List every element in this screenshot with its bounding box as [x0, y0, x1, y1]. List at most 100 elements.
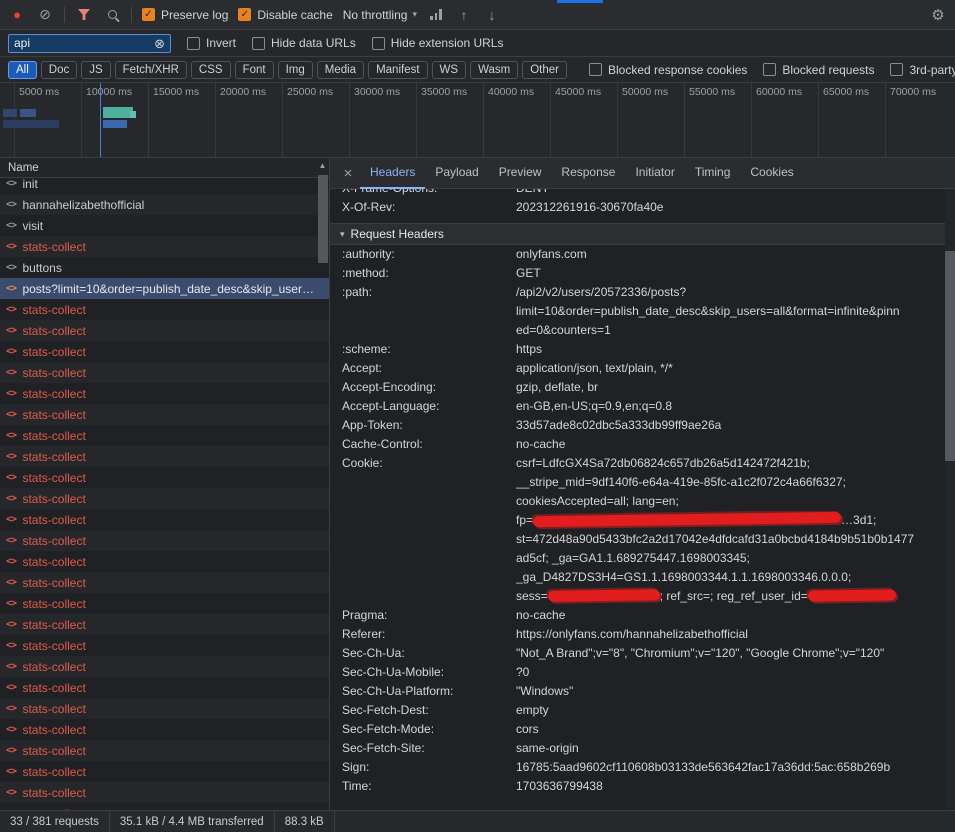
request-row[interactable]: <>stats-collect	[0, 425, 329, 446]
request-row[interactable]: <>stats-collect	[0, 383, 329, 404]
hide-extension-urls-checkbox[interactable]: Hide extension URLs	[372, 36, 504, 50]
network-conditions-icon[interactable]	[427, 6, 445, 24]
type-filter-other[interactable]: Other	[522, 61, 567, 79]
type-filter-ws[interactable]: WS	[432, 61, 467, 79]
request-row[interactable]: <>stats-collect	[0, 320, 329, 341]
request-headers-section[interactable]: ▾Request Headers	[330, 223, 945, 245]
value-text: ad5cf; _ga=GA1.1.689275447.1698003345;	[516, 551, 750, 565]
preserve-log-label: Preserve log	[161, 8, 228, 22]
name-column-header[interactable]: Name	[0, 158, 329, 178]
record-icon[interactable]: ●	[8, 6, 26, 24]
close-details-icon[interactable]: ×	[336, 165, 360, 182]
type-filter-doc[interactable]: Doc	[41, 61, 77, 79]
value-text: cookiesAccepted=all; lang=en;	[516, 494, 679, 508]
type-filter-wasm[interactable]: Wasm	[470, 61, 518, 79]
request-row[interactable]: <>hannahelizabethofficial	[0, 194, 329, 215]
request-row[interactable]: <>stats-collect	[0, 698, 329, 719]
request-row[interactable]: <>stats-collect	[0, 509, 329, 530]
request-row[interactable]: <>stats-collect	[0, 446, 329, 467]
filter-text-field[interactable]	[14, 36, 144, 50]
request-row[interactable]: <>stats-collect	[0, 614, 329, 635]
request-row[interactable]: <>stats-collect	[0, 635, 329, 656]
filter-3rd-party-requests-checkbox[interactable]: 3rd-party requests	[890, 63, 955, 77]
request-row[interactable]: <>stats-collect	[0, 740, 329, 761]
header-row: Accept:application/json, text/plain, */*	[330, 359, 945, 378]
type-filter-img[interactable]: Img	[278, 61, 313, 79]
timeline-tick: 25000 ms	[282, 83, 349, 157]
script-icon: <>	[6, 535, 16, 546]
hide-data-urls-checkbox[interactable]: Hide data URLs	[252, 36, 356, 50]
search-icon[interactable]	[103, 6, 121, 24]
request-row[interactable]: <>stats-collect	[0, 551, 329, 572]
request-row[interactable]: <>stats-collect	[0, 530, 329, 551]
tab-initiator[interactable]: Initiator	[625, 158, 684, 189]
tab-headers[interactable]: Headers	[360, 158, 425, 189]
type-filter-all[interactable]: All	[8, 61, 37, 79]
extra-filter-checkboxes: Blocked response cookies Blocked requests…	[589, 63, 955, 77]
export-har-icon[interactable]: ↓	[483, 6, 501, 24]
request-row[interactable]: <>stats-collect	[0, 299, 329, 320]
script-icon: <>	[6, 451, 16, 462]
request-row[interactable]: <>posts?limit=10&order=publish_date_desc…	[0, 278, 329, 299]
request-row[interactable]: <>stats-collect	[0, 572, 329, 593]
header-value: DENY	[516, 189, 945, 198]
request-row[interactable]: <>stats-collect	[0, 341, 329, 362]
header-value-line: _ga_D4827DS3H4=GS1.1.1698003344.1.1.1698…	[516, 568, 939, 587]
type-filter-media[interactable]: Media	[317, 61, 364, 79]
filter-label: 3rd-party requests	[909, 63, 955, 77]
header-value: en-GB,en-US;q=0.9,en;q=0.8	[516, 397, 945, 416]
scroll-up-icon[interactable]: ▲	[316, 161, 329, 170]
toolbar-divider	[131, 7, 132, 23]
details-scrollbar[interactable]	[945, 189, 955, 810]
disable-cache-checkbox[interactable]: ✓ Disable cache	[238, 8, 332, 22]
request-row[interactable]: <>stats-collect	[0, 719, 329, 740]
preserve-log-checkbox[interactable]: ✓ Preserve log	[142, 8, 228, 22]
type-filter-css[interactable]: CSS	[191, 61, 231, 79]
tab-timing[interactable]: Timing	[685, 158, 741, 189]
request-row[interactable]: <>stats-collect	[0, 656, 329, 677]
request-row[interactable]: <>stats-collect	[0, 236, 329, 257]
request-row[interactable]: <>stats-collect	[0, 404, 329, 425]
request-row[interactable]: <>stats-collect	[0, 488, 329, 509]
script-icon: <>	[6, 514, 16, 525]
header-name: Sec-Fetch-Mode:	[330, 720, 516, 739]
throttling-select[interactable]: No throttling ▾	[343, 8, 417, 22]
request-list-scrollbar[interactable]: ▲	[316, 158, 329, 810]
header-row: Cookie:csrf=LdfcGX4Sa72db06824c657db26a5…	[330, 454, 945, 606]
tab-cookies[interactable]: Cookies	[740, 158, 803, 189]
clear-network-log-icon[interactable]: ⊘	[36, 6, 54, 24]
settings-gear-icon[interactable]: ⚙	[929, 6, 947, 24]
request-row[interactable]: <>buttons	[0, 257, 329, 278]
tab-payload[interactable]: Payload	[425, 158, 488, 189]
import-har-icon[interactable]: ↑	[455, 6, 473, 24]
tab-preview[interactable]: Preview	[489, 158, 552, 189]
timeline-overview[interactable]: 5000 ms10000 ms15000 ms20000 ms25000 ms3…	[0, 83, 955, 158]
request-row[interactable]: <>init	[0, 178, 329, 194]
scrollbar-thumb[interactable]	[318, 175, 328, 263]
request-row[interactable]: <>stats-collect	[0, 362, 329, 383]
request-name: stats-collect	[22, 639, 85, 653]
request-row[interactable]: <>stats-collect	[0, 467, 329, 488]
type-filter-font[interactable]: Font	[235, 61, 274, 79]
request-row[interactable]: <>stats-collect	[0, 803, 329, 810]
type-filter-fetch-xhr[interactable]: Fetch/XHR	[115, 61, 187, 79]
filter-blocked-response-cookies-checkbox[interactable]: Blocked response cookies	[589, 63, 747, 77]
header-name: Time:	[330, 777, 516, 796]
timeline-tick: 55000 ms	[684, 83, 751, 157]
clear-filter-icon[interactable]: ⊗	[154, 37, 165, 50]
scrollbar-thumb[interactable]	[945, 251, 955, 461]
request-row[interactable]: <>stats-collect	[0, 677, 329, 698]
request-row[interactable]: <>stats-collect	[0, 782, 329, 803]
header-value: empty	[516, 701, 945, 720]
header-name: Sec-Fetch-Dest:	[330, 701, 516, 720]
filter-funnel-icon[interactable]	[75, 6, 93, 24]
request-row[interactable]: <>stats-collect	[0, 761, 329, 782]
invert-checkbox[interactable]: Invert	[187, 36, 236, 50]
type-filter-manifest[interactable]: Manifest	[368, 61, 427, 79]
tab-response[interactable]: Response	[551, 158, 625, 189]
request-row[interactable]: <>visit	[0, 215, 329, 236]
filter-blocked-requests-checkbox[interactable]: Blocked requests	[763, 63, 874, 77]
request-row[interactable]: <>stats-collect	[0, 593, 329, 614]
type-filter-js[interactable]: JS	[81, 61, 110, 79]
filter-input[interactable]: ⊗	[8, 34, 171, 53]
